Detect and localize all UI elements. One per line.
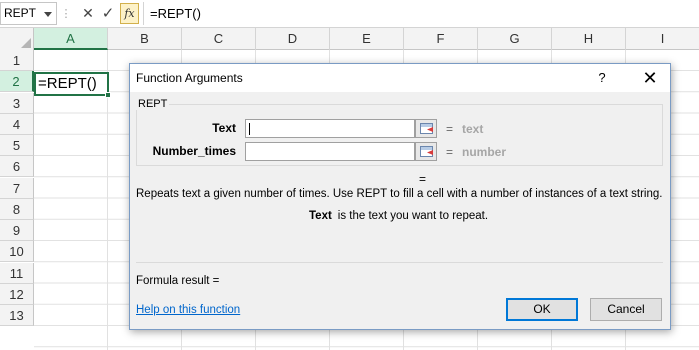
- help-icon[interactable]: ?: [590, 64, 614, 92]
- argument-description-name: Text: [309, 210, 332, 222]
- column-header-d[interactable]: D: [256, 28, 330, 50]
- column-header-a[interactable]: A: [34, 28, 108, 50]
- row-header-7[interactable]: 7: [0, 177, 34, 199]
- function-description: Repeats text a given number of times. Us…: [136, 188, 663, 200]
- insert-function-icon[interactable]: fx: [120, 3, 139, 24]
- number-times-arg-input[interactable]: [245, 142, 415, 161]
- function-result-equals: =: [419, 172, 427, 186]
- ok-button[interactable]: OK: [506, 298, 578, 321]
- text-arg-collapse-button[interactable]: [415, 119, 437, 138]
- cancel-entry-icon[interactable]: ✕: [78, 3, 98, 24]
- text-arg-input[interactable]: [245, 119, 415, 138]
- text-arg-label: Text: [212, 121, 236, 135]
- row-header-2[interactable]: 2: [0, 71, 34, 93]
- select-all-icon: [21, 38, 31, 48]
- formula-result: Formula result =: [136, 275, 220, 287]
- text-arg-equals: =: [446, 122, 454, 136]
- close-icon[interactable]: ✕: [635, 64, 665, 92]
- formula-bar-grip-icon: ⋮: [60, 8, 72, 20]
- column-header-b[interactable]: B: [108, 28, 182, 50]
- formula-bar: REPT ⋮ ✕ ✓ fx =REPT(): [0, 0, 699, 28]
- row-header-10[interactable]: 10: [0, 241, 34, 263]
- confirm-entry-icon[interactable]: ✓: [98, 3, 118, 24]
- dialog-titlebar[interactable]: Function Arguments ? ✕: [130, 64, 670, 92]
- active-cell-a2[interactable]: =REPT(): [34, 72, 111, 98]
- fill-handle[interactable]: [105, 92, 111, 98]
- chevron-down-icon[interactable]: [44, 12, 52, 17]
- row-header-9[interactable]: 9: [0, 220, 34, 241]
- argument-description-text: is the text you want to repeat.: [337, 210, 489, 222]
- help-on-function-link[interactable]: Help on this function: [136, 304, 240, 316]
- column-header-i[interactable]: I: [626, 28, 699, 50]
- number-times-arg-equals: =: [446, 145, 454, 159]
- row-header-4[interactable]: 4: [0, 113, 34, 135]
- text-arg-hint: text: [462, 122, 484, 136]
- column-header-f[interactable]: F: [404, 28, 478, 50]
- dialog-title: Function Arguments: [136, 71, 243, 85]
- row-header-6[interactable]: 6: [0, 156, 34, 178]
- column-header-h[interactable]: H: [552, 28, 626, 50]
- row-header-8[interactable]: 8: [0, 198, 34, 220]
- name-box-value: REPT: [4, 6, 37, 20]
- column-header-c[interactable]: C: [182, 28, 256, 50]
- number-times-arg-label: Number_times: [152, 144, 236, 158]
- dialog-divider: [136, 262, 663, 263]
- row-header-3[interactable]: 3: [0, 92, 34, 114]
- row-header-13[interactable]: 13: [0, 305, 34, 326]
- text-cursor: [249, 123, 250, 135]
- select-all-corner[interactable]: [0, 28, 34, 50]
- cancel-button[interactable]: Cancel: [590, 298, 662, 321]
- argument-description: Text is the text you want to repeat.: [309, 210, 488, 222]
- formula-input[interactable]: =REPT(): [143, 2, 699, 25]
- column-header-e[interactable]: E: [330, 28, 404, 50]
- number-times-arg-collapse-button[interactable]: [415, 142, 437, 161]
- function-name-label: REPT: [136, 98, 170, 110]
- number-times-arg-hint: number: [462, 145, 507, 159]
- column-header-g[interactable]: G: [478, 28, 552, 50]
- row-header-12[interactable]: 12: [0, 283, 34, 305]
- function-arguments-dialog: Function Arguments ? ✕ REPT Text = text …: [129, 63, 671, 330]
- name-box[interactable]: REPT: [0, 2, 57, 25]
- active-cell-value: =REPT(): [38, 75, 97, 92]
- column-headers: A B C D E F G H I: [0, 28, 699, 50]
- row-header-11[interactable]: 11: [0, 262, 34, 284]
- row-header-1[interactable]: 1: [0, 50, 34, 71]
- row-header-5[interactable]: 5: [0, 135, 34, 156]
